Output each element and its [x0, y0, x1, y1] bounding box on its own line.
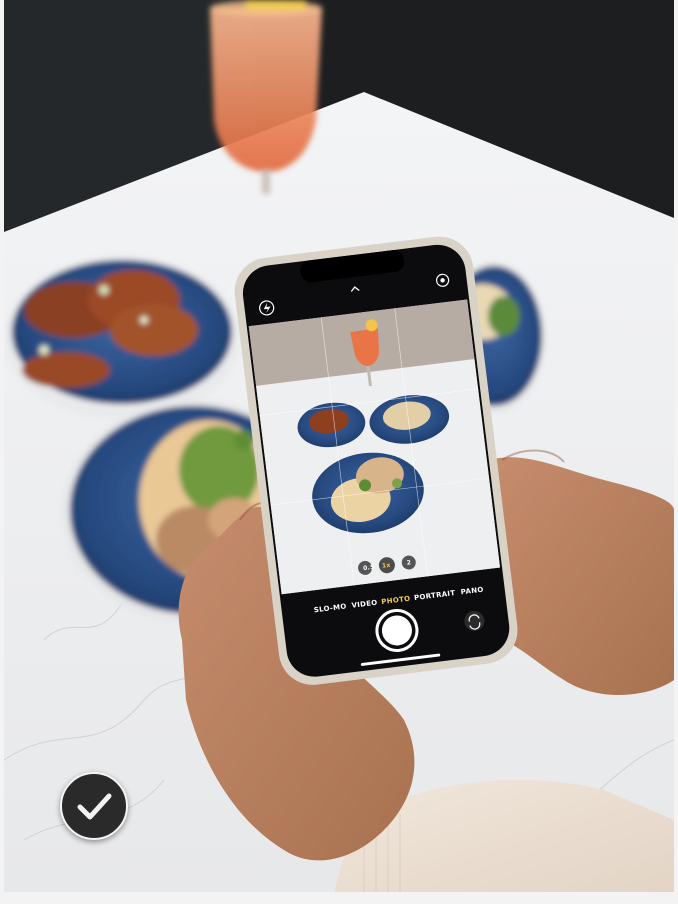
zoom-label-1[interactable]: 1x: [382, 562, 391, 570]
mode-slo-mo[interactable]: SLO-MO: [313, 602, 347, 614]
zoom-label-0[interactable]: 0.5: [363, 564, 375, 572]
mode-photo[interactable]: PHOTO: [381, 595, 411, 606]
camera-text-layer: 0.5 1x 2 SLO-MO VIDEO PHOTO PORTRAIT PAN…: [4, 0, 674, 892]
check-badge[interactable]: [60, 772, 128, 840]
mode-portrait[interactable]: PORTRAIT: [414, 589, 456, 602]
photo-frame: 0.5 1x 2 SLO-MO VIDEO PHOTO PORTRAIT PAN…: [4, 0, 674, 892]
mode-video[interactable]: VIDEO: [351, 599, 378, 610]
mode-pano[interactable]: PANO: [460, 586, 484, 597]
checkmark-icon: [77, 793, 112, 820]
zoom-label-2[interactable]: 2: [406, 559, 411, 566]
